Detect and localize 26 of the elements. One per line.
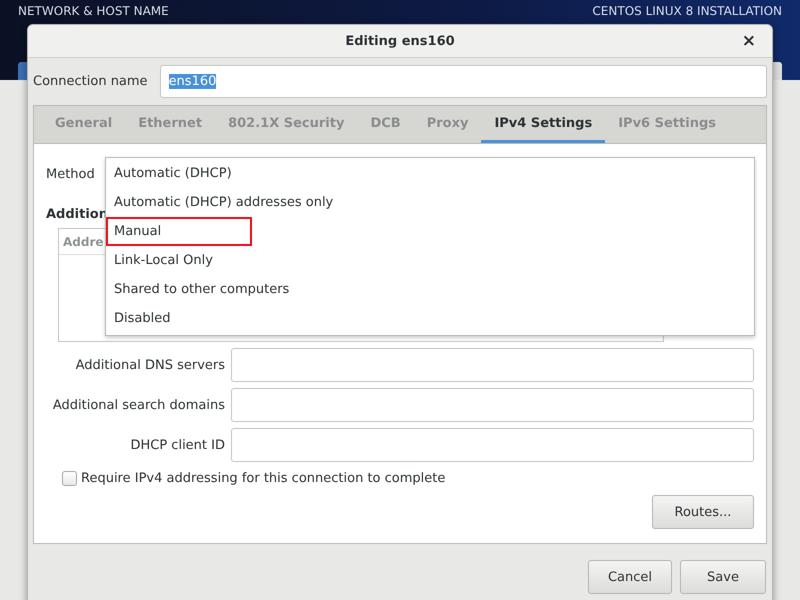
menu-item[interactable]: Automatic (DHCP) bbox=[106, 159, 252, 188]
menu-item[interactable]: Link-Local Only bbox=[106, 246, 252, 275]
menu-item[interactable]: Automatic (DHCP) addresses only bbox=[106, 188, 338, 217]
product-title: CENTOS LINUX 8 INSTALLATION bbox=[592, 4, 782, 18]
menu-item[interactable]: Disabled bbox=[106, 304, 252, 333]
window-title: Editing ens160 bbox=[345, 34, 455, 48]
field-label: DHCP client ID bbox=[129, 438, 226, 452]
checkbox[interactable] bbox=[62, 471, 77, 486]
column-header: Addre bbox=[63, 234, 104, 248]
page-title: NETWORK & HOST NAME bbox=[18, 4, 169, 18]
routes-button[interactable]: Routes... bbox=[652, 495, 754, 529]
field-label: Connection name bbox=[33, 74, 148, 89]
input-field[interactable] bbox=[231, 348, 754, 382]
menu-item[interactable]: Manual bbox=[106, 217, 252, 246]
field-label: Method bbox=[46, 167, 95, 182]
input-field[interactable] bbox=[231, 428, 754, 462]
field-value: ens160 bbox=[168, 74, 216, 89]
close-button[interactable]: × bbox=[738, 31, 760, 51]
input-field[interactable] bbox=[231, 388, 754, 422]
checkbox-label: Require IPv4 addressing for this connection to complete bbox=[81, 471, 446, 486]
dialog-button[interactable]: Save bbox=[680, 560, 766, 594]
menu-item[interactable]: Shared to other computers bbox=[106, 275, 294, 304]
section-heading: Addition bbox=[46, 207, 109, 222]
field-label: Additional DNS servers bbox=[74, 358, 226, 372]
dialog-button[interactable]: Cancel bbox=[588, 560, 672, 594]
field-label: Additional search domains bbox=[52, 398, 226, 412]
